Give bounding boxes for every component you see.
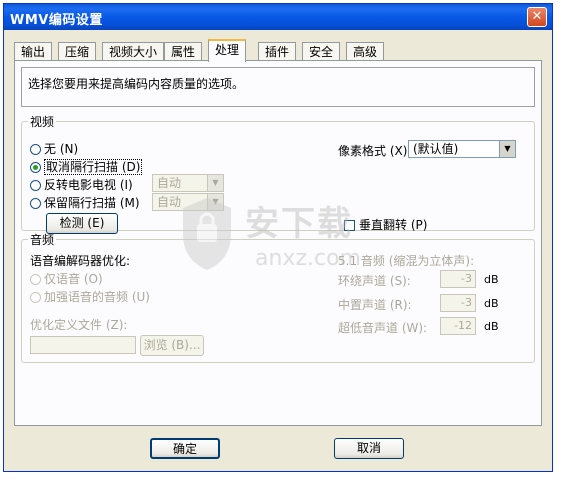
- surround-unit: dB: [484, 273, 499, 286]
- video-legend: 视频: [30, 115, 55, 129]
- keep-interlace-select[interactable]: 自动 ▼: [152, 193, 224, 211]
- center-channel-label: 中置声道 (R):: [338, 298, 412, 312]
- radio-keep-interlace[interactable]: 保留隔行扫描 (M): [30, 194, 140, 211]
- subwoofer-channel-input[interactable]: -12: [440, 317, 476, 335]
- tab-video-size[interactable]: 视频大小: [102, 42, 165, 61]
- title-bar[interactable]: WMV编码设置 ✕: [4, 4, 552, 30]
- radio-deinterlace[interactable]: 取消隔行扫描 (D): [30, 158, 143, 175]
- inverse-telecine-value: 自动: [157, 176, 182, 190]
- radio-voice-enhanced[interactable]: 加强语音的音频 (U): [30, 288, 150, 305]
- tab-advanced[interactable]: 高级: [346, 42, 385, 61]
- video-group: 视频 无 (N) 取消隔行扫描 (D) 反转电影电视 (I) 自动 ▼ 保留隔行…: [21, 113, 535, 234]
- description-box: 选择您要用来提高编码内容质量的选项。: [21, 67, 535, 107]
- close-icon: ✕: [531, 9, 543, 24]
- custom-file-input[interactable]: [30, 336, 136, 354]
- custom-file-label: 优化定义文件 (Z):: [30, 318, 128, 332]
- close-button[interactable]: ✕: [527, 7, 547, 27]
- tab-plugins[interactable]: 插件: [258, 42, 297, 61]
- radio-indicator: [30, 198, 41, 209]
- vertical-flip-label: 垂直翻转 (P): [359, 218, 428, 232]
- radio-indicator: [30, 162, 41, 173]
- codec-optimization-label: 语音编解码器优化:: [30, 254, 131, 268]
- radio-deinterlace-label: 取消隔行扫描 (D): [44, 159, 143, 175]
- radio-indicator: [30, 180, 41, 191]
- chevron-down-icon: ▼: [207, 175, 223, 191]
- pixel-format-value: (默认值): [413, 142, 459, 156]
- surround-channel-label: 环绕声道 (S):: [338, 274, 411, 288]
- pixel-format-label: 像素格式 (X):: [338, 144, 412, 158]
- radio-voice-only[interactable]: 仅语音 (O): [30, 270, 103, 287]
- radio-none[interactable]: 无 (N): [30, 140, 78, 157]
- center-channel-input[interactable]: -3: [440, 294, 476, 312]
- chevron-down-icon: ▼: [499, 141, 515, 157]
- tab-security[interactable]: 安全: [302, 42, 341, 61]
- keep-interlace-value: 自动: [157, 195, 182, 209]
- radio-voice-only-label: 仅语音 (O): [44, 272, 103, 286]
- audio-legend: 音频: [30, 233, 55, 247]
- radio-inverse-telecine-label: 反转电影电视 (I): [44, 178, 133, 192]
- chevron-down-icon: ▼: [207, 194, 223, 210]
- browse-button[interactable]: 浏览 (B)...: [140, 335, 204, 356]
- ok-button[interactable]: 确定: [150, 438, 220, 459]
- cancel-button[interactable]: 取消: [334, 438, 404, 459]
- subwoofer-unit: dB: [484, 320, 499, 333]
- description-text: 选择您要用来提高编码内容质量的选项。: [28, 77, 245, 91]
- radio-none-label: 无 (N): [44, 142, 79, 156]
- tab-properties[interactable]: 属性: [164, 42, 203, 61]
- tab-panel: 选择您要用来提高编码内容质量的选项。 视频 无 (N) 取消隔行扫描 (D) 反…: [14, 60, 542, 426]
- radio-inverse-telecine[interactable]: 反转电影电视 (I): [30, 176, 133, 193]
- radio-indicator: [30, 274, 41, 285]
- subwoofer-channel-label: 超低音声道 (W):: [338, 321, 428, 335]
- pixel-format-select[interactable]: (默认值) ▼: [408, 140, 516, 158]
- tab-compression[interactable]: 压缩: [58, 42, 97, 61]
- radio-indicator: [30, 292, 41, 303]
- tab-processing[interactable]: 处理: [208, 39, 247, 62]
- radio-keep-interlace-label: 保留隔行扫描 (M): [44, 196, 140, 210]
- window-title: WMV编码设置: [10, 13, 103, 28]
- tab-output[interactable]: 输出: [14, 42, 53, 61]
- radio-voice-enhanced-label: 加强语音的音频 (U): [44, 290, 150, 304]
- inverse-telecine-select[interactable]: 自动 ▼: [152, 174, 224, 192]
- checkbox-indicator: [344, 220, 355, 231]
- center-unit: dB: [484, 297, 499, 310]
- audio-group: 音频 语音编解码器优化: 仅语音 (O) 加强语音的音频 (U) 优化定义文件 …: [21, 231, 535, 363]
- surround-channel-input[interactable]: -3: [440, 270, 476, 288]
- radio-indicator: [30, 144, 41, 155]
- surround-label: 5.1 音频 (缩混为立体声):: [338, 254, 475, 268]
- dialog-window: WMV编码设置 ✕ 输出 压缩 视频大小 属性 处理 插件 安全 高级 选择您要…: [3, 3, 553, 472]
